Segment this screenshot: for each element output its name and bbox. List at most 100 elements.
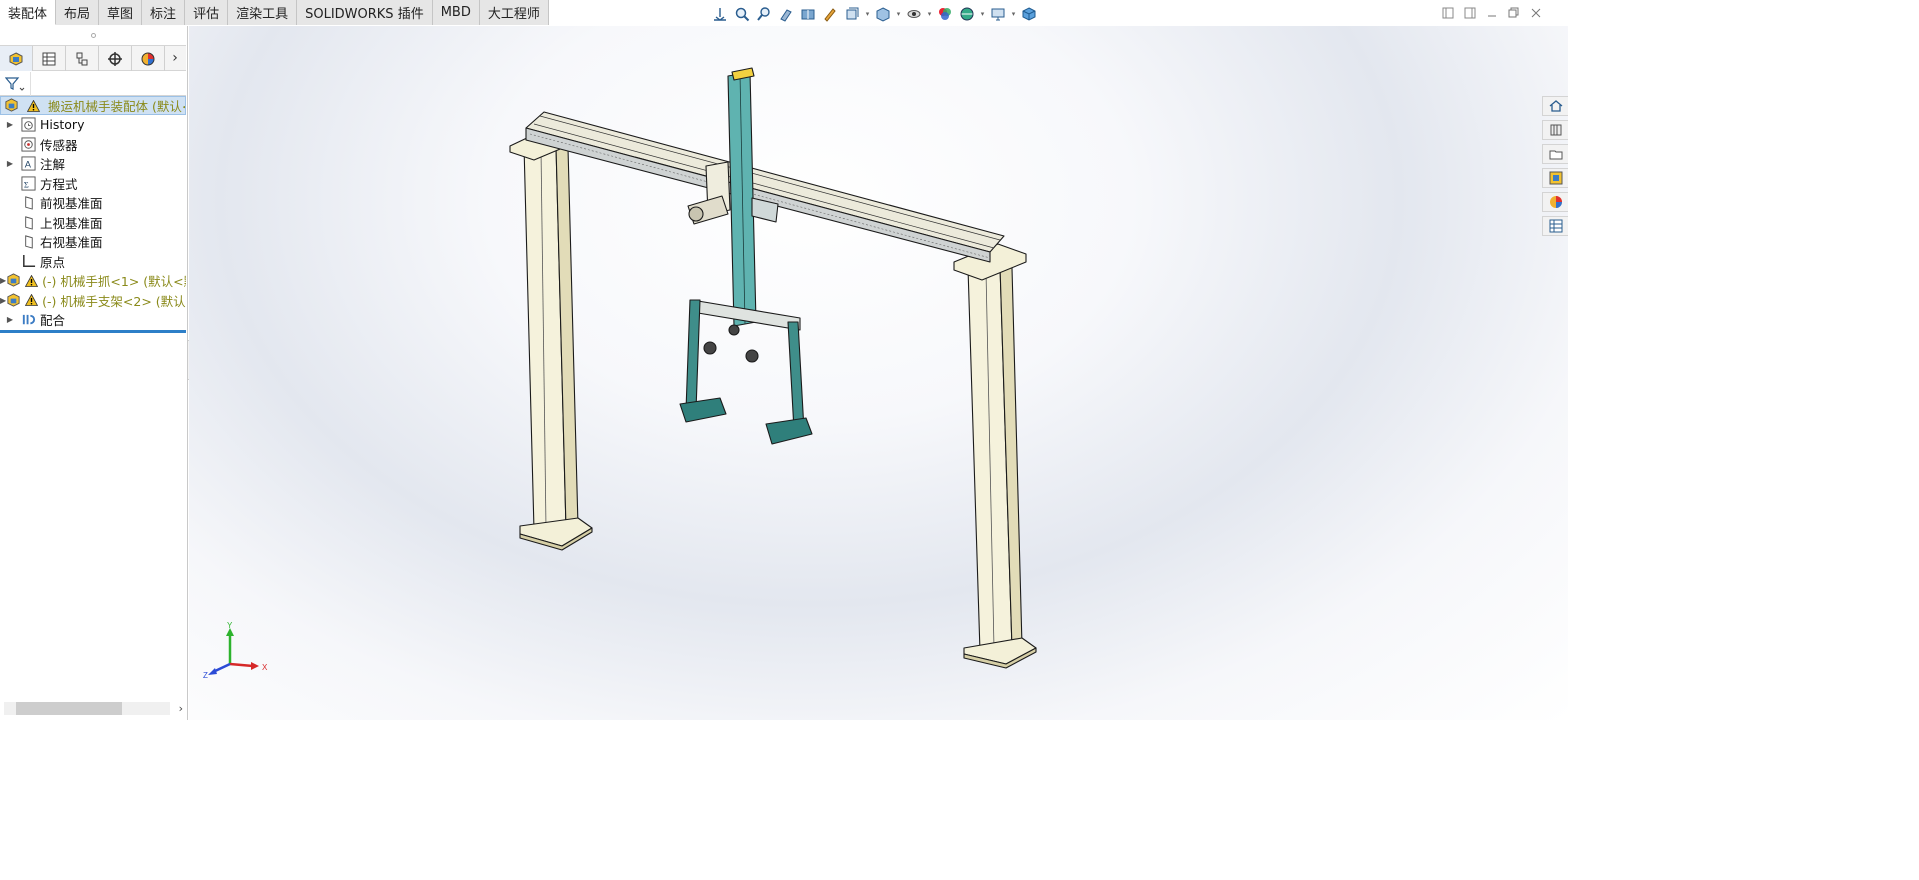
design-library-icon[interactable] xyxy=(1542,120,1568,140)
manager-tabs: › xyxy=(0,45,186,71)
panel-horizontal-scrollbar[interactable]: › xyxy=(0,700,186,716)
display-manager-tab-icon[interactable] xyxy=(132,46,165,71)
tree-root-assembly[interactable]: 搬运机械手装配体 (默认<默认_显示状态-1>) xyxy=(0,96,186,115)
file-explorer-icon[interactable] xyxy=(1542,144,1568,164)
svg-text:Σ: Σ xyxy=(23,179,28,189)
minimize-icon[interactable] xyxy=(1484,5,1500,21)
view-orientation-icon[interactable] xyxy=(710,4,730,24)
chevron-right-icon[interactable]: › xyxy=(165,46,185,70)
apply-scene-icon[interactable] xyxy=(957,4,977,24)
tree-item-label: 右视基准面 xyxy=(40,235,103,251)
tree-item-label: History xyxy=(40,117,85,133)
tree-item-mates[interactable]: ▶ 配合 xyxy=(0,310,186,330)
dimxpert-manager-tab-icon[interactable] xyxy=(99,46,132,71)
plane-icon xyxy=(20,195,36,211)
tab-assembly[interactable]: 装配体 xyxy=(0,0,57,25)
heads-up-view-toolbar: ▾ ▾ ▾ ▾ ▾ xyxy=(710,3,1039,24)
home-icon[interactable] xyxy=(1542,96,1568,116)
tree-item-label: (-) 机械手抓<1> (默认<默认_显示状态-1>) xyxy=(42,274,186,290)
filter-icon[interactable] xyxy=(5,76,25,92)
restore-icon[interactable] xyxy=(1506,5,1522,21)
property-manager-tab-icon[interactable] xyxy=(33,46,66,71)
history-icon xyxy=(20,117,36,133)
expand-arrow-icon[interactable]: ▶ xyxy=(0,315,20,324)
equation-icon: Σ xyxy=(20,175,36,191)
tree-item-annotations[interactable]: ▶ A 注解 xyxy=(0,154,186,174)
tree-item-bracket-component[interactable]: ▶ (-) 机械手支架<2> (默认<默认_显示状态-1>) xyxy=(0,291,186,311)
tab-evaluate[interactable]: 评估 xyxy=(185,0,229,25)
tile-left-icon[interactable] xyxy=(1440,5,1456,21)
graphics-area[interactable] xyxy=(189,26,1568,720)
warning-icon xyxy=(25,294,39,307)
tree-item-label: 传感器 xyxy=(40,137,78,153)
triad-y-label: Y xyxy=(227,621,233,630)
tree-item-label: (-) 机械手支架<2> (默认<默认_显示状态-1>) xyxy=(42,293,186,309)
command-manager-tabs: 装配体 布局 草图 标注 评估 渲染工具 SOLIDWORKS 插件 MBD 大… xyxy=(0,0,549,25)
tree-item-sensors[interactable]: 传感器 xyxy=(0,135,186,155)
tree-item-label: 原点 xyxy=(40,254,66,270)
tree-item-equations[interactable]: Σ 方程式 xyxy=(0,174,186,194)
warning-icon xyxy=(25,274,39,287)
task-pane xyxy=(1542,96,1568,236)
tree-filter[interactable] xyxy=(0,72,186,96)
panel-grip[interactable] xyxy=(0,26,187,44)
tile-right-icon[interactable] xyxy=(1462,5,1478,21)
chevron-down-icon[interactable]: ▾ xyxy=(1010,10,1017,18)
feature-manager-panel: › 搬运机械手装配体 (默认<默认_显示状态-1>) ▶ History 传感器… xyxy=(0,26,188,720)
dynamic-annotation-icon[interactable] xyxy=(820,4,840,24)
tree-item-label: 上视基准面 xyxy=(40,215,103,231)
tab-layout[interactable]: 布局 xyxy=(56,0,100,25)
tree-item-top-plane[interactable]: 上视基准面 xyxy=(0,213,186,233)
tree-item-label: 前视基准面 xyxy=(40,196,103,212)
warning-icon xyxy=(27,99,40,112)
tab-solidworks-addins[interactable]: SOLIDWORKS 插件 xyxy=(297,0,433,25)
plane-icon xyxy=(20,234,36,250)
tab-render-tools[interactable]: 渲染工具 xyxy=(228,0,298,25)
tree-item-label: 注解 xyxy=(40,157,66,173)
scrollbar-thumb[interactable] xyxy=(16,701,122,715)
part-icon xyxy=(6,273,21,289)
custom-properties-icon[interactable] xyxy=(1542,216,1568,236)
triad-x-label: X xyxy=(262,663,268,672)
close-icon[interactable] xyxy=(1528,5,1544,21)
reference-triad: Y X Z xyxy=(203,620,273,680)
rollback-bar[interactable] xyxy=(0,330,186,333)
tree-item-right-plane[interactable]: 右视基准面 xyxy=(0,232,186,252)
view-settings-icon[interactable] xyxy=(988,4,1008,24)
chevron-right-icon[interactable]: › xyxy=(179,702,183,715)
zoom-to-fit-icon[interactable] xyxy=(732,4,752,24)
hide-show-icon[interactable] xyxy=(904,4,924,24)
tab-sketch[interactable]: 草图 xyxy=(99,0,143,25)
tab-mbd[interactable]: MBD xyxy=(432,0,480,25)
appearances-icon[interactable] xyxy=(1542,192,1568,212)
tree-item-label: 方程式 xyxy=(40,176,78,192)
chevron-down-icon[interactable]: ▾ xyxy=(895,10,902,18)
expand-arrow-icon[interactable]: ▶ xyxy=(0,120,20,129)
previous-view-icon[interactable] xyxy=(776,4,796,24)
tab-big-engineer[interactable]: 大工程师 xyxy=(479,0,549,25)
chevron-down-icon[interactable]: ▾ xyxy=(979,10,986,18)
mate-icon xyxy=(20,312,36,328)
zoom-to-area-icon[interactable] xyxy=(754,4,774,24)
filter-input[interactable] xyxy=(30,72,184,96)
tree-item-front-plane[interactable]: 前视基准面 xyxy=(0,193,186,213)
tab-markup[interactable]: 标注 xyxy=(142,0,186,25)
3d-view-icon[interactable] xyxy=(1019,4,1039,24)
gantry-robot-model[interactable] xyxy=(189,26,1568,720)
chevron-down-icon[interactable]: ▾ xyxy=(864,10,871,18)
tree-item-label: 配合 xyxy=(40,313,66,329)
section-view-icon[interactable] xyxy=(798,4,818,24)
tree-item-history[interactable]: ▶ History xyxy=(0,115,186,135)
display-style-icon[interactable] xyxy=(873,4,893,24)
edit-appearance-icon[interactable] xyxy=(935,4,955,24)
expand-arrow-icon[interactable]: ▶ xyxy=(0,159,20,168)
tree-item-gripper-component[interactable]: ▶ (-) 机械手抓<1> (默认<默认_显示状态-1>) xyxy=(0,271,186,291)
feature-manager-tab-icon[interactable] xyxy=(0,46,33,71)
view-palette-icon[interactable] xyxy=(1542,168,1568,188)
chevron-down-icon[interactable]: ▾ xyxy=(926,10,933,18)
assembly-icon xyxy=(4,98,19,114)
tree-item-origin[interactable]: 原点 xyxy=(0,252,186,272)
view-orientation-cube-icon[interactable] xyxy=(842,4,862,24)
annotation-icon: A xyxy=(20,156,36,172)
configuration-manager-tab-icon[interactable] xyxy=(66,46,99,71)
